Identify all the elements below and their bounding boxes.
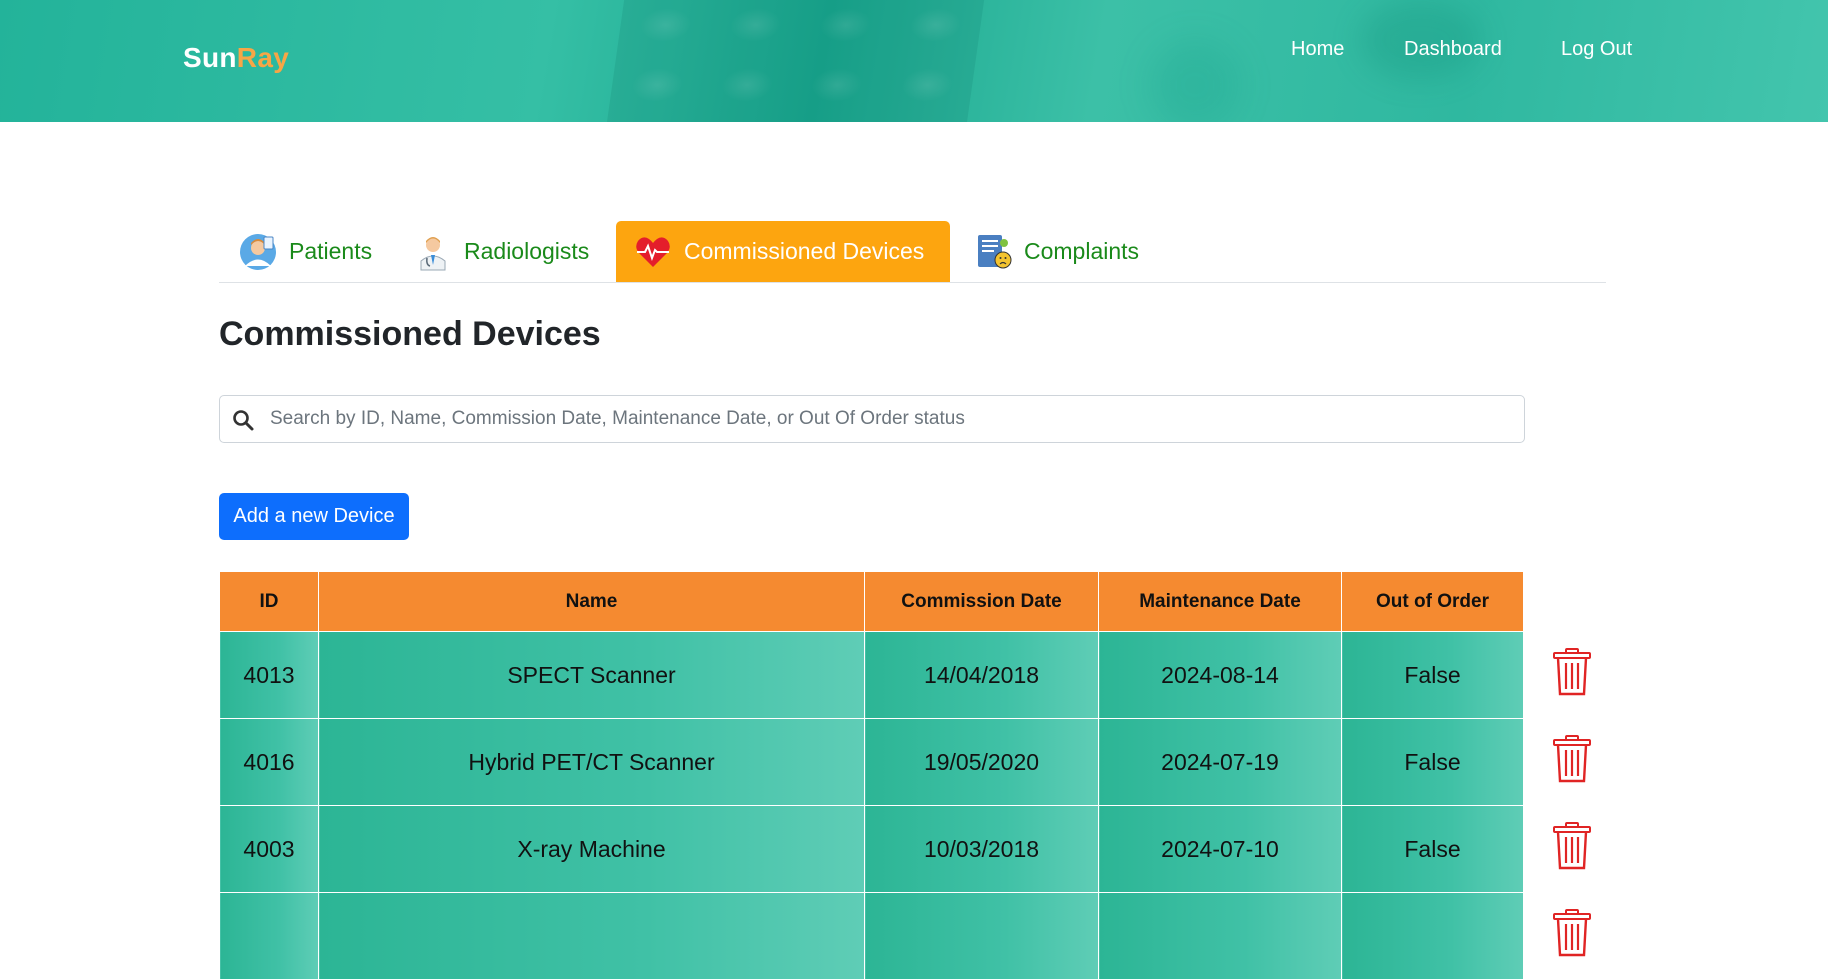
cell-maintenance-date: 2024-07-19 — [1098, 718, 1342, 806]
table-row[interactable]: 4016 Hybrid PET/CT Scanner 19/05/2020 20… — [219, 718, 1594, 806]
page-title: Commissioned Devices — [219, 315, 601, 353]
cell-commission-date: 19/05/2020 — [864, 718, 1099, 806]
cell-out-of-order: False — [1341, 631, 1524, 719]
tab-complaints[interactable]: Complaints — [974, 221, 1139, 282]
tab-commissioned-devices[interactable]: Commissioned Devices — [616, 221, 950, 282]
table-row[interactable]: 4003 X-ray Machine 10/03/2018 2024-07-10… — [219, 805, 1594, 893]
table-row[interactable] — [219, 892, 1594, 980]
tab-patients[interactable]: Patients — [239, 221, 372, 282]
add-device-button[interactable]: Add a new Device — [219, 493, 409, 540]
cell-maintenance-date: 2024-08-14 — [1098, 631, 1342, 719]
column-header-maintenance-date[interactable]: Maintenance Date — [1098, 571, 1342, 632]
doctor-icon — [414, 233, 452, 271]
tab-radiologists[interactable]: Radiologists — [414, 221, 589, 282]
column-header-commission-date[interactable]: Commission Date — [864, 571, 1099, 632]
cell-commission-date: 10/03/2018 — [864, 805, 1099, 893]
search-icon — [231, 408, 255, 432]
trash-icon[interactable] — [1551, 647, 1593, 697]
logo-ray-text: Ray — [236, 42, 290, 73]
nav-home-link[interactable]: Home — [1291, 38, 1344, 61]
tab-label: Radiologists — [464, 238, 590, 264]
heart-pulse-icon — [634, 233, 672, 271]
background-decoration — [1150, 40, 1240, 122]
cell-commission-date: 14/04/2018 — [864, 631, 1099, 719]
cell-out-of-order: False — [1341, 805, 1524, 893]
cell-id — [219, 892, 319, 980]
devices-table: ID Name Commission Date Maintenance Date… — [219, 571, 1594, 980]
section-tabs: Patients Radiologists Commissioned Devic… — [219, 221, 1606, 283]
complaint-doc-icon — [974, 233, 1012, 271]
search-box — [219, 395, 1525, 443]
actions-cell — [1524, 893, 1594, 980]
trash-icon[interactable] — [1551, 734, 1593, 784]
search-input[interactable] — [270, 396, 1510, 442]
actions-cell — [1524, 806, 1594, 893]
tab-label: Commissioned Devices — [684, 238, 925, 264]
column-header-actions — [1524, 572, 1594, 632]
cell-name: SPECT Scanner — [318, 631, 865, 719]
table-row[interactable]: 4013 SPECT Scanner 14/04/2018 2024-08-14… — [219, 631, 1594, 719]
cell-commission-date — [864, 892, 1099, 980]
cell-id: 4016 — [219, 718, 319, 806]
cell-out-of-order: False — [1341, 718, 1524, 806]
header-bar: SunRay Home Dashboard Log Out — [0, 0, 1828, 122]
cell-name: X-ray Machine — [318, 805, 865, 893]
brand-logo[interactable]: SunRay — [183, 42, 289, 74]
tab-label: Complaints — [1024, 238, 1140, 264]
patient-icon — [239, 233, 277, 271]
column-header-id[interactable]: ID — [219, 571, 319, 632]
actions-cell — [1524, 719, 1594, 806]
column-header-out-of-order[interactable]: Out of Order — [1341, 571, 1524, 632]
trash-icon[interactable] — [1551, 908, 1593, 958]
nav-dashboard-link[interactable]: Dashboard — [1404, 38, 1502, 61]
xray-film-decoration — [604, 0, 986, 122]
column-header-name[interactable]: Name — [318, 571, 865, 632]
cell-id: 4013 — [219, 631, 319, 719]
logo-sun-text: Sun — [183, 42, 237, 73]
nav-logout-link[interactable]: Log Out — [1561, 38, 1632, 61]
table-header-row: ID Name Commission Date Maintenance Date… — [219, 571, 1594, 632]
actions-cell — [1524, 632, 1594, 719]
trash-icon[interactable] — [1551, 821, 1593, 871]
cell-out-of-order — [1341, 892, 1524, 980]
cell-name — [318, 892, 865, 980]
cell-id: 4003 — [219, 805, 319, 893]
cell-name: Hybrid PET/CT Scanner — [318, 718, 865, 806]
cell-maintenance-date: 2024-07-10 — [1098, 805, 1342, 893]
tab-label: Patients — [289, 238, 373, 264]
cell-maintenance-date — [1098, 892, 1342, 980]
